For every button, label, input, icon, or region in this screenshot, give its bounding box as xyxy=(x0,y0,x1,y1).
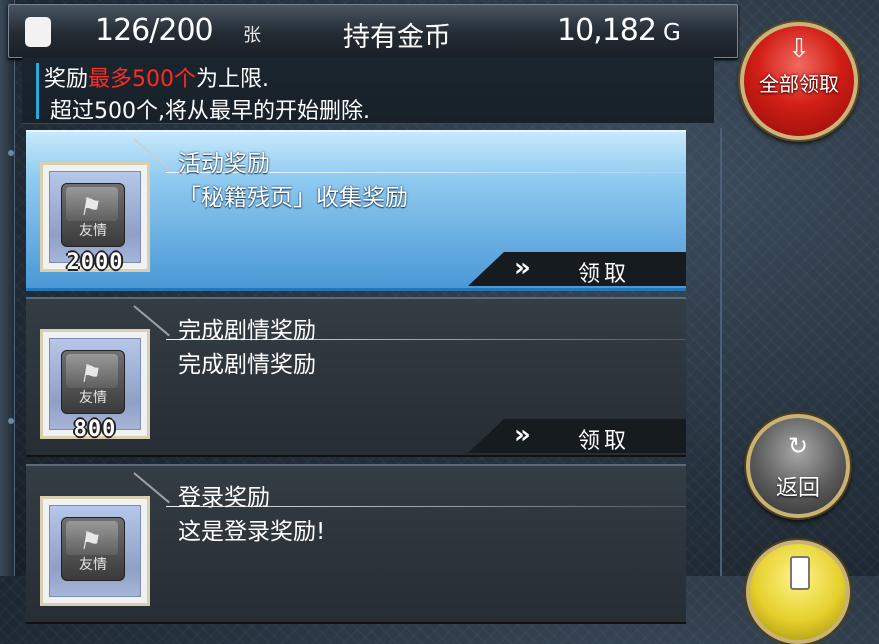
reward-description: 这是登录奖励! xyxy=(178,519,326,545)
reward-row[interactable]: ⚑ 友情 2000 活动奖励 「秘籍残页」收集奖励 » 领取 xyxy=(26,130,686,291)
notice-suffix: 为上限. xyxy=(196,67,270,92)
menu-button[interactable] xyxy=(746,540,850,644)
reward-title: 完成剧情奖励 xyxy=(178,318,316,344)
back-label: 返回 xyxy=(775,476,820,501)
item-label: 友情 xyxy=(79,557,107,573)
card-count-unit: 张 xyxy=(243,25,261,46)
runner-glyph-icon: ⚑ xyxy=(77,193,104,221)
runner-glyph-icon: ⚑ xyxy=(77,527,104,555)
back-button[interactable]: ↻ 返回 xyxy=(746,414,850,518)
double-chevron-right-icon: » xyxy=(514,253,531,283)
reward-title: 活动奖励 xyxy=(178,151,270,177)
claim-label: 领取 xyxy=(578,429,631,454)
coin-value: 10,182 xyxy=(557,13,657,48)
item-amount: 800 xyxy=(73,417,117,442)
item-tile-top: ⚑ xyxy=(66,521,118,555)
reward-row[interactable]: ⚑ 友情 登录奖励 这是登录奖励! xyxy=(26,464,686,624)
notice-line-2: 超过500个,将从最早的开始删除. xyxy=(50,99,370,124)
item-amount: 2000 xyxy=(66,250,124,275)
card-count: 126/200 xyxy=(95,13,214,48)
friendship-point-icon: ⚑ 友情 xyxy=(61,183,125,247)
download-arrow-icon: ⇩ xyxy=(788,34,810,64)
claim-button[interactable]: » 领取 xyxy=(468,419,686,453)
friendship-point-icon: ⚑ 友情 xyxy=(61,350,125,414)
reward-item-frame: ⚑ 友情 800 xyxy=(40,329,150,442)
claim-button[interactable]: » 领取 xyxy=(468,252,686,286)
notice-highlight: 最多500个 xyxy=(88,67,197,92)
card-icon xyxy=(790,556,810,590)
frame-rivet xyxy=(8,418,14,424)
list-right-border xyxy=(720,128,722,576)
coin-unit: G xyxy=(663,20,681,46)
left-frame-border xyxy=(0,0,15,576)
coin-label: 持有金币 xyxy=(343,22,451,53)
reward-limit-notice: 奖励最多500个为上限. 超过500个,将从最早的开始删除. xyxy=(22,57,714,124)
item-tile-top: ⚑ xyxy=(66,187,118,221)
reward-row[interactable]: ⚑ 友情 800 完成剧情奖励 完成剧情奖励 » 领取 xyxy=(26,297,686,457)
double-chevron-right-icon: » xyxy=(514,420,531,450)
claim-label: 领取 xyxy=(578,262,631,287)
status-bar: 126/200 张 持有金币 10,182 G xyxy=(8,4,738,58)
friendship-point-icon: ⚑ 友情 xyxy=(61,517,125,581)
item-tile-top: ⚑ xyxy=(66,354,118,388)
reward-description: 「秘籍残页」收集奖励 xyxy=(178,185,408,211)
reward-item-frame: ⚑ 友情 2000 xyxy=(40,162,150,275)
notice-line-1: 奖励最多500个为上限. xyxy=(44,61,269,93)
item-label: 友情 xyxy=(79,223,107,239)
refresh-arrow-icon: ↻ xyxy=(787,432,809,460)
runner-glyph-icon: ⚑ xyxy=(77,360,104,388)
reward-description: 完成剧情奖励 xyxy=(178,352,316,378)
card-icon xyxy=(25,17,51,47)
frame-rivet xyxy=(8,150,14,156)
reward-item-frame: ⚑ 友情 xyxy=(40,496,150,606)
claim-all-button[interactable]: ⇩ 全部领取 xyxy=(740,22,858,140)
notice-accent-bar xyxy=(36,63,39,119)
item-label: 友情 xyxy=(79,390,107,406)
claim-all-label: 全部领取 xyxy=(759,72,839,96)
notice-prefix: 奖励 xyxy=(44,67,89,92)
reward-title: 登录奖励 xyxy=(178,485,270,511)
